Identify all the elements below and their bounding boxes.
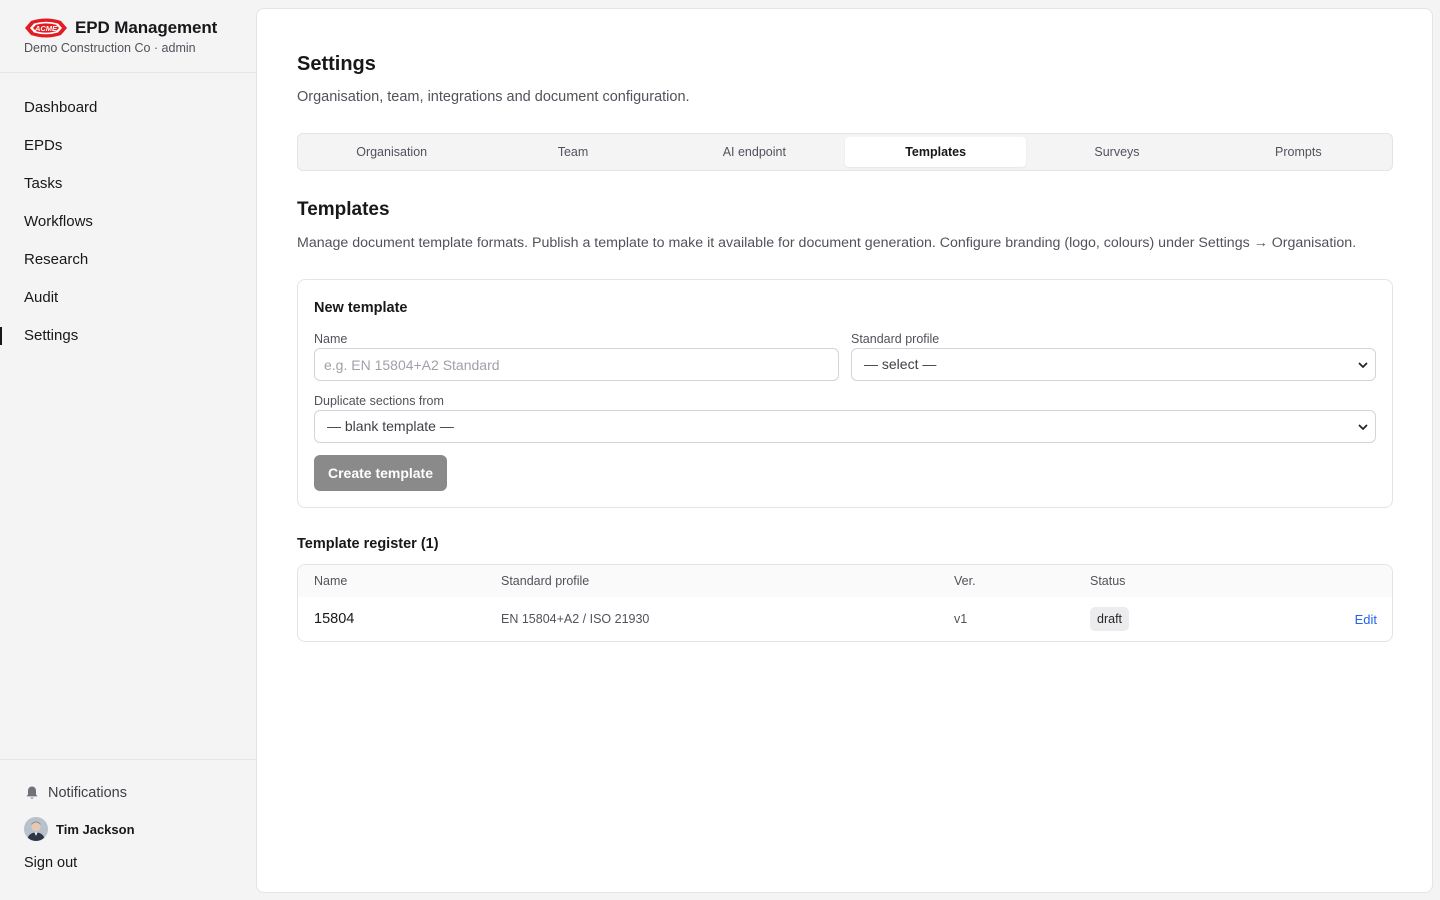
tab-templates[interactable]: Templates: [844, 137, 1027, 167]
acme-logo: ACME: [25, 18, 67, 38]
sidebar-nav: Dashboard EPDs Tasks Workflows Research …: [0, 73, 256, 355]
section-description: Manage document template formats. Publis…: [297, 235, 1357, 251]
section-title: Templates: [297, 199, 390, 220]
notifications-label: Notifications: [48, 785, 127, 801]
tab-organisation[interactable]: Organisation: [301, 137, 482, 167]
tab-team[interactable]: Team: [482, 137, 663, 167]
table-row: 15804 EN 15804+A2 / ISO 21930 v1 draft E…: [298, 597, 1392, 641]
register-title: Template register (1): [297, 536, 439, 552]
duplicate-sections-label: Duplicate sections from: [314, 394, 444, 408]
chevron-down-icon: [1358, 424, 1368, 430]
row-name: 15804: [314, 611, 355, 627]
standard-profile-value: — select —: [864, 356, 937, 372]
duplicate-sections-select[interactable]: — blank template —: [314, 410, 1376, 443]
sidebar-footer: Notifications Tim Jackson Sign out: [0, 759, 256, 900]
sidebar-item-epds[interactable]: EPDs: [0, 127, 256, 165]
svg-text:ACME: ACME: [34, 24, 58, 33]
table-header: Name Standard profile Ver. Status: [298, 565, 1392, 597]
tab-prompts[interactable]: Prompts: [1208, 137, 1389, 167]
row-profile: EN 15804+A2 / ISO 21930: [501, 612, 650, 626]
column-header-status: Status: [1090, 574, 1126, 588]
template-register-table: Name Standard profile Ver. Status 15804 …: [297, 564, 1393, 642]
column-header-profile: Standard profile: [501, 574, 590, 588]
sidebar-item-research[interactable]: Research: [0, 241, 256, 279]
app-title: EPD Management: [75, 18, 218, 37]
bell-icon: [26, 786, 38, 799]
brand-header: ACME EPD Management Demo Construction Co…: [0, 0, 256, 73]
sidebar-item-settings[interactable]: Settings: [0, 317, 256, 355]
page-subtitle: Organisation, team, integrations and doc…: [297, 89, 690, 105]
avatar: [24, 817, 48, 841]
standard-profile-select[interactable]: — select —: [851, 348, 1376, 381]
page-title: Settings: [297, 53, 376, 75]
create-template-button[interactable]: Create template: [314, 455, 447, 491]
new-template-card: New template Name Standard profile — sel…: [297, 279, 1393, 508]
notifications-link[interactable]: Notifications: [24, 782, 232, 804]
sidebar-item-dashboard[interactable]: Dashboard: [0, 89, 256, 127]
row-version: v1: [954, 612, 968, 626]
edit-link[interactable]: Edit: [1355, 597, 1377, 641]
sidebar-item-workflows[interactable]: Workflows: [0, 203, 256, 241]
user-profile[interactable]: Tim Jackson: [24, 817, 232, 841]
sidebar: ACME EPD Management Demo Construction Co…: [0, 0, 256, 900]
status-badge: draft: [1090, 607, 1130, 631]
column-header-version: Ver.: [954, 574, 976, 588]
sidebar-item-tasks[interactable]: Tasks: [0, 165, 256, 203]
user-name: Tim Jackson: [56, 821, 135, 837]
column-header-name: Name: [314, 574, 348, 588]
card-title: New template: [314, 300, 408, 316]
sign-out-link[interactable]: Sign out: [24, 855, 232, 871]
duplicate-sections-value: — blank template —: [327, 418, 454, 434]
settings-tabs: Organisation Team AI endpoint Templates …: [297, 133, 1393, 171]
name-input[interactable]: [314, 348, 839, 381]
tab-surveys[interactable]: Surveys: [1026, 137, 1207, 167]
chevron-down-icon: [1358, 362, 1368, 368]
tab-ai-endpoint[interactable]: AI endpoint: [664, 137, 845, 167]
standard-profile-label: Standard profile: [851, 332, 940, 346]
org-subtitle: Demo Construction Co · admin: [24, 41, 196, 55]
sidebar-item-audit[interactable]: Audit: [0, 279, 256, 317]
name-label: Name: [314, 332, 348, 346]
main-panel: Settings Organisation, team, integration…: [256, 8, 1433, 893]
